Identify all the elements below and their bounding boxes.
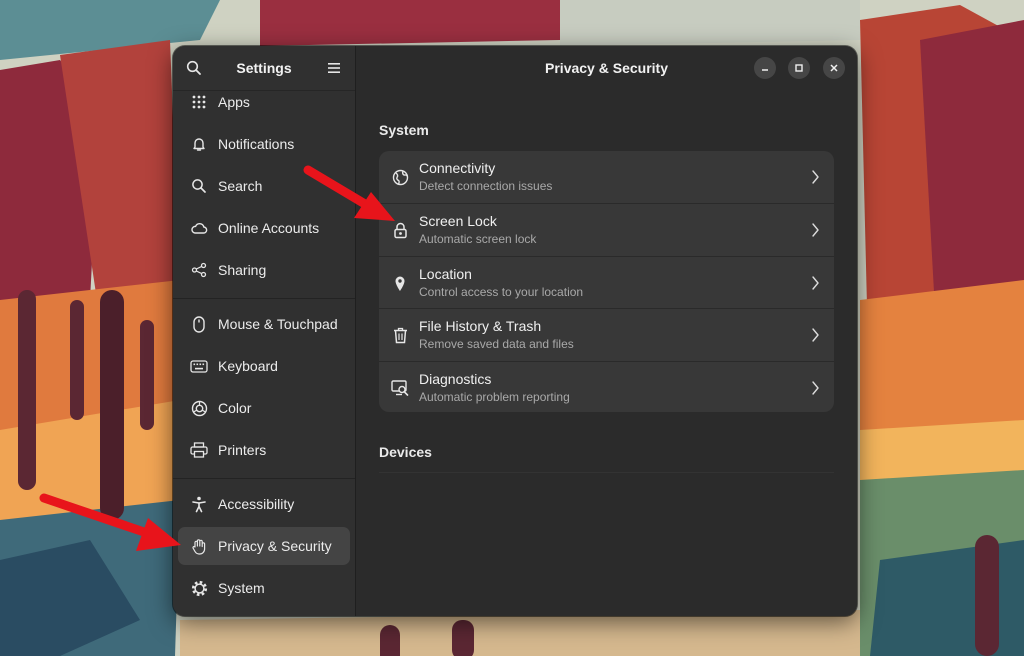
sidebar-item-mouse-touchpad[interactable]: Mouse & Touchpad xyxy=(178,305,350,343)
keyboard-icon xyxy=(189,356,209,376)
color-icon xyxy=(189,398,209,418)
chevron-right-icon xyxy=(812,276,819,290)
sidebar-item-color[interactable]: Color xyxy=(178,389,350,427)
sidebar-item-label: Color xyxy=(218,400,252,416)
maximize-button[interactable] xyxy=(788,57,810,79)
sidebar-item-keyboard[interactable]: Keyboard xyxy=(178,347,350,385)
close-icon xyxy=(830,64,838,72)
header-bar: Privacy & Security xyxy=(356,46,857,90)
sidebar-separator xyxy=(173,298,355,299)
minimize-icon xyxy=(762,69,768,71)
sidebar-item-label: Accessibility xyxy=(218,496,295,512)
globe-icon xyxy=(390,167,410,187)
chevron-right-icon xyxy=(812,223,819,237)
row-title: Connectivity xyxy=(419,160,496,176)
sidebar-item-label: Privacy & Security xyxy=(218,538,332,554)
section-divider xyxy=(379,472,834,473)
sidebar-item-label: Search xyxy=(218,178,263,194)
diagnostics-icon xyxy=(390,378,410,398)
hamburger-menu-icon xyxy=(328,63,340,73)
chevron-right-icon xyxy=(812,328,819,342)
main-content: Privacy & Security System Connectivity D… xyxy=(356,46,857,616)
section-label-system: System xyxy=(379,122,429,138)
maximize-icon xyxy=(795,64,803,72)
sidebar-list: Apps Notifications Search Online Account… xyxy=(173,90,355,616)
row-diagnostics[interactable]: Diagnostics Automatic problem reporting xyxy=(379,362,834,412)
cloud-icon xyxy=(189,218,209,238)
row-file-history-trash[interactable]: File History & Trash Remove saved data a… xyxy=(379,309,834,361)
row-subtitle: Detect connection issues xyxy=(419,179,553,193)
sidebar-item-label: Notifications xyxy=(218,136,295,152)
row-location[interactable]: Location Control access to your location xyxy=(379,257,834,309)
sidebar-item-printers[interactable]: Printers xyxy=(178,431,350,469)
sidebar-item-label: Mouse & Touchpad xyxy=(218,316,338,332)
chevron-right-icon xyxy=(812,170,819,184)
main-menu-button[interactable] xyxy=(321,55,347,81)
row-connectivity[interactable]: Connectivity Detect connection issues xyxy=(379,151,834,203)
sidebar-item-label: Keyboard xyxy=(218,358,278,374)
sidebar-item-label: Sharing xyxy=(218,262,267,278)
search-icon xyxy=(189,176,209,196)
sidebar-item-label: Apps xyxy=(218,94,250,110)
settings-window: Settings Apps Notifications Search Onlin… xyxy=(173,46,857,616)
sidebar-item-notifications[interactable]: Notifications xyxy=(178,125,350,163)
close-button[interactable] xyxy=(823,57,845,79)
row-subtitle: Remove saved data and files xyxy=(419,337,574,351)
printer-icon xyxy=(189,440,209,460)
sidebar-item-privacy-security[interactable]: Privacy & Security xyxy=(178,527,350,565)
gear-icon xyxy=(189,578,209,598)
trash-icon xyxy=(390,325,410,345)
sidebar-item-label: System xyxy=(218,580,265,596)
row-subtitle: Automatic problem reporting xyxy=(419,390,570,404)
section-label-devices: Devices xyxy=(379,444,432,460)
sidebar: Settings Apps Notifications Search Onlin… xyxy=(173,46,356,616)
mouse-icon xyxy=(189,314,209,334)
apps-grid-icon xyxy=(189,92,209,112)
sidebar-item-label: Online Accounts xyxy=(218,220,320,236)
hand-icon xyxy=(189,536,209,556)
row-title: File History & Trash xyxy=(419,318,542,334)
lock-icon xyxy=(390,220,410,240)
sidebar-item-sharing[interactable]: Sharing xyxy=(178,251,350,289)
minimize-button[interactable] xyxy=(754,57,776,79)
sidebar-item-apps[interactable]: Apps xyxy=(178,83,350,121)
row-subtitle: Control access to your location xyxy=(419,285,584,299)
row-title: Location xyxy=(419,266,472,282)
sidebar-item-accessibility[interactable]: Accessibility xyxy=(178,485,350,523)
sidebar-item-label: Printers xyxy=(218,442,267,458)
sidebar-item-system[interactable]: System xyxy=(178,569,350,607)
system-settings-group: Connectivity Detect connection issues Sc… xyxy=(379,151,834,412)
sidebar-item-search[interactable]: Search xyxy=(178,167,350,205)
share-icon xyxy=(189,260,209,280)
accessibility-icon xyxy=(189,494,209,514)
sidebar-item-online-accounts[interactable]: Online Accounts xyxy=(178,209,350,247)
row-subtitle: Automatic screen lock xyxy=(419,232,537,246)
row-title: Diagnostics xyxy=(419,371,492,387)
row-title: Screen Lock xyxy=(419,213,497,229)
location-pin-icon xyxy=(390,273,410,293)
sidebar-separator xyxy=(173,478,355,479)
bell-icon xyxy=(189,134,209,154)
chevron-right-icon xyxy=(812,381,819,395)
row-screen-lock[interactable]: Screen Lock Automatic screen lock xyxy=(379,204,834,256)
page-title: Privacy & Security xyxy=(545,60,668,76)
